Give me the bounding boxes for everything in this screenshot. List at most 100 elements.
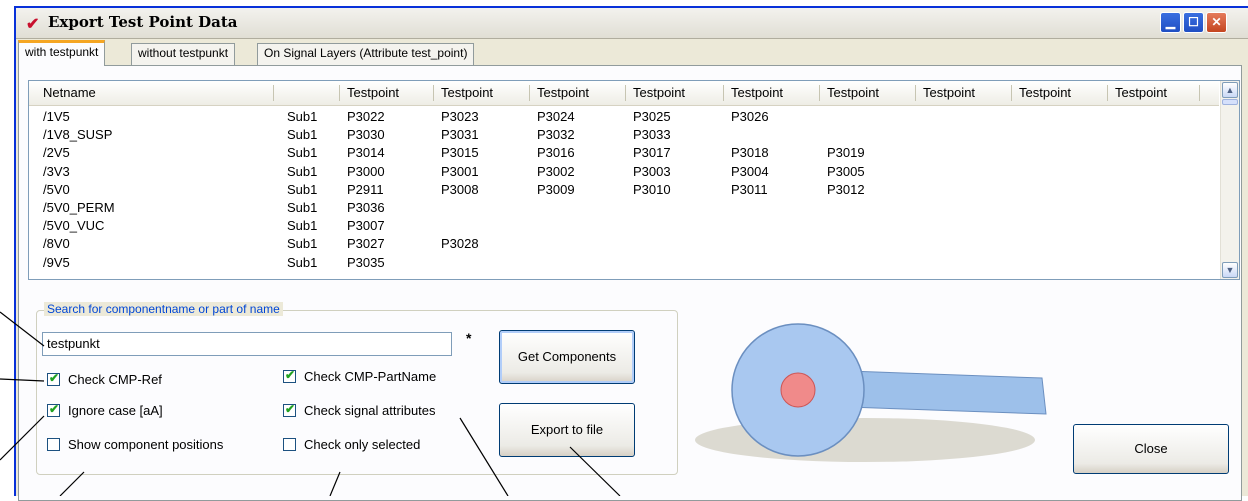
table-cell: P3007 [347,218,385,234]
vertical-scrollbar[interactable]: ▲ ▼ [1220,81,1239,279]
column-header[interactable]: Netname [43,85,96,100]
column-divider[interactable] [433,85,434,101]
column-header[interactable]: Testpoint [1115,85,1167,100]
table-cell: P3031 [441,127,479,143]
ignore-case-checkbox[interactable]: ✔ Ignore case [aA] [47,402,163,421]
checkmark-icon: ✔ [285,402,296,417]
netname-cell: /3V3 [43,163,70,179]
tab-signal-layers[interactable]: On Signal Layers (Attribute test_point) [257,43,475,65]
checkmark-icon: ✔ [49,402,60,417]
testpoint-list[interactable]: Netname Testpoint Testpoint Testpoint Testpo… [28,80,1240,280]
column-header[interactable]: Testpoint [827,85,879,100]
column-divider[interactable] [625,85,626,101]
table-cell: P3016 [537,145,575,161]
table-cell: P3022 [347,109,385,124]
netname-cell: /2V5 [43,145,70,161]
checkbox-label: Check CMP-Ref [68,372,162,387]
checkbox-box[interactable]: ✔ [47,371,60,387]
tab-without-testpunkt[interactable]: without testpunkt [131,43,236,65]
table-cell: P3027 [347,236,385,252]
table-cell: P3030 [347,127,385,143]
table-cell: P3010 [633,181,671,197]
netname-cell: /5V0_PERM [43,200,115,215]
table-cell: P3000 [347,163,385,179]
close-window-button[interactable]: ✕ [1206,12,1227,33]
checkbox-box[interactable] [47,438,60,452]
table-cell: P3024 [537,109,575,124]
table-cell: P3002 [537,163,575,179]
check-signal-attributes-checkbox[interactable]: ✔ Check signal attributes [283,402,436,421]
table-cell: P3015 [441,145,479,161]
check-cmp-ref-checkbox[interactable]: ✔ Check CMP-Ref [47,371,162,390]
column-header[interactable]: Testpoint [633,85,685,100]
table-cell: Sub1 [287,218,318,234]
column-header[interactable]: Testpoint [347,85,399,100]
column-divider[interactable] [339,85,340,101]
scroll-thumb[interactable] [1222,99,1238,105]
checkbox-label: Check CMP-PartName [304,369,437,384]
table-cell: P3003 [633,163,671,179]
checkbox-box[interactable]: ✔ [47,402,60,418]
table-cell: P3025 [633,109,671,124]
app-icon: ✔ [26,16,40,33]
table-cell: Sub1 [287,127,318,143]
column-header[interactable]: Testpoint [1019,85,1071,100]
table-cell: P3036 [347,200,385,215]
checkbox-label: Ignore case [aA] [68,403,163,418]
table-cell: P3018 [731,145,769,161]
search-group-legend: Search for componentname or part of name [44,302,283,316]
table-cell: Sub1 [287,109,318,124]
table-cell: P3033 [633,127,671,143]
wildcard-indicator: * [466,330,472,346]
netname-cell: /8V0 [43,236,70,252]
checkbox-box[interactable]: ✔ [283,402,296,418]
check-only-selected-checkbox[interactable]: Check only selected [283,437,420,455]
checkbox-label: Check only selected [304,437,421,452]
table-cell: P3028 [441,236,479,252]
show-positions-checkbox[interactable]: Show component positions [47,437,223,455]
column-header[interactable]: Testpoint [537,85,589,100]
netname-cell: /1V8_SUSP [43,127,113,143]
column-divider[interactable] [819,85,820,101]
column-header[interactable]: Testpoint [441,85,493,100]
scroll-down-icon[interactable]: ▼ [1222,262,1238,278]
get-components-button[interactable]: Get Components [499,330,635,384]
table-cell: Sub1 [287,163,318,179]
column-divider[interactable] [915,85,916,101]
checkbox-box[interactable]: ✔ [283,368,296,384]
checkbox-box[interactable] [283,438,296,452]
netname-cell: /9V5 [43,254,70,270]
table-cell: P3017 [633,145,671,161]
table-cell: P3019 [827,145,865,161]
maximize-button[interactable]: ☐ [1183,12,1204,33]
table-cell: P3014 [347,145,385,161]
column-divider[interactable] [1011,85,1012,101]
column-divider[interactable] [529,85,530,101]
list-header: Netname Testpoint Testpoint Testpoint Testpo… [29,81,1219,106]
column-divider[interactable] [723,85,724,101]
table-cell: P3023 [441,109,479,124]
checkbox-label: Show component positions [68,437,224,452]
column-divider[interactable] [1107,85,1108,101]
column-header[interactable]: Testpoint [923,85,975,100]
table-cell: P3012 [827,181,865,197]
title-bar[interactable]: ✔ Export Test Point Data ▁ ☐ ✕ [16,8,1248,39]
column-divider[interactable] [273,85,274,101]
close-button[interactable]: Close [1073,424,1229,474]
table-cell: Sub1 [287,145,318,161]
table-cell: Sub1 [287,181,318,197]
table-cell: P3032 [537,127,575,143]
column-header[interactable]: Testpoint [731,85,783,100]
checkbox-label: Check signal attributes [304,403,436,418]
netname-cell: /5V0 [43,181,70,197]
search-input[interactable]: testpunkt [42,332,452,356]
scroll-up-icon[interactable]: ▲ [1222,82,1238,98]
window-title: Export Test Point Data [48,13,238,31]
table-cell: Sub1 [287,236,318,252]
check-partname-checkbox[interactable]: ✔ Check CMP-PartName [283,368,437,387]
export-to-file-button[interactable]: Export to file [499,403,635,457]
tab-with-testpunkt[interactable]: with testpunkt [18,40,106,66]
minimize-button[interactable]: ▁ [1160,12,1181,33]
table-cell: Sub1 [287,254,318,270]
column-divider[interactable] [1199,85,1200,101]
